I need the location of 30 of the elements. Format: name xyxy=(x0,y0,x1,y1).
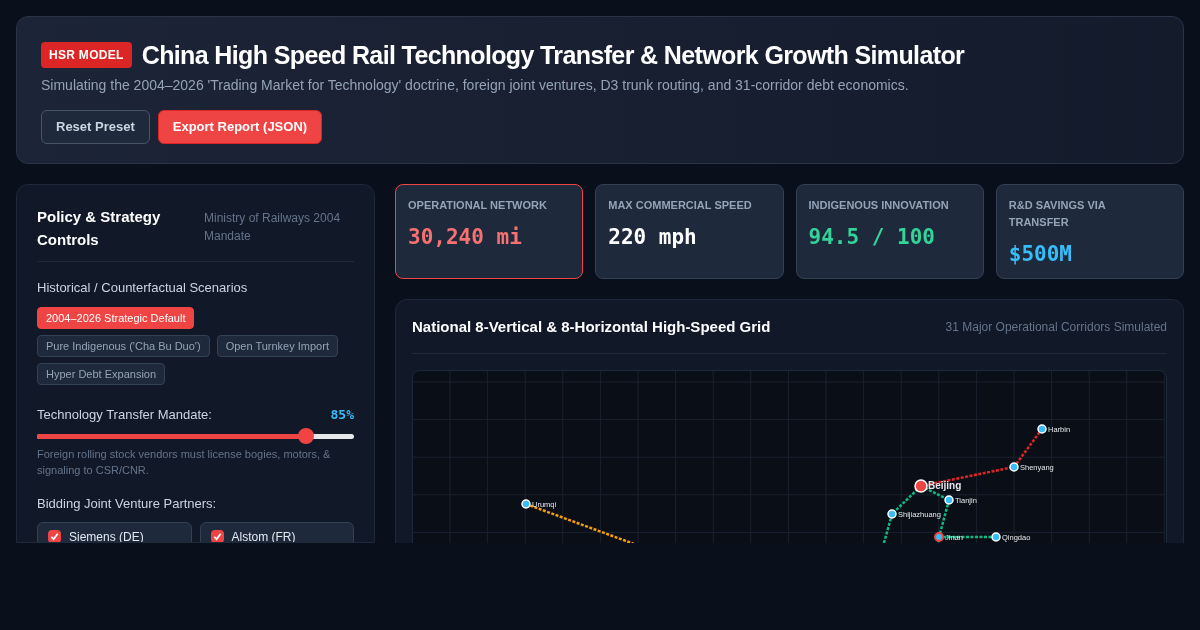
checkbox[interactable] xyxy=(210,530,224,542)
slider-label: Technology Transfer Mandate: xyxy=(37,405,212,424)
stat-value: 94.5 / 100 xyxy=(808,224,936,251)
scenario-chip[interactable]: 2004–2026 Strategic Default xyxy=(37,306,195,329)
page-subtitle: Simulating the 2004–2026 'Trading Market for Technology' doctrine, foreign joint ventures, D3 trunk routing, and 31-corridor debt economics. xyxy=(41,76,910,95)
slider-note: Foreign rolling stock vendors must license bogies, motors, & signaling to CSR/CNR. xyxy=(37,447,332,478)
stat-label: INDIGENOUS INNOVATION xyxy=(808,198,950,213)
stat-value: 220 mph xyxy=(608,224,698,251)
checkbox[interactable] xyxy=(48,530,61,542)
stat-value: $500M xyxy=(1008,241,1073,268)
model-badge: HSR MODEL xyxy=(41,42,132,68)
scenario-chip[interactable]: Pure Indigenous ('Cha Bu Duo') xyxy=(37,334,210,357)
scenario-chip[interactable]: Open Turnkey Import xyxy=(216,334,338,357)
reset-button[interactable]: Reset Preset xyxy=(41,110,150,144)
section-label: Bidding Joint Venture Partners: xyxy=(37,495,218,513)
stat-value: 30,240 mi xyxy=(408,224,523,251)
slider-reading: 85% xyxy=(330,405,354,424)
panel-title: Policy & Strategy Controls xyxy=(37,207,162,250)
map-subtitle: 31 Major Operational Corridors Simulated xyxy=(945,319,1167,337)
station-label: Beijing xyxy=(928,479,962,491)
section-label: Historical / Counterfactual Scenarios xyxy=(37,279,249,297)
scenario-chip[interactable]: Hyper Debt Expansion xyxy=(37,362,166,385)
export-button[interactable]: Export Report (JSON) xyxy=(157,110,323,144)
page-title: China High Speed Rail Technology Transfer & Network Growth Simulator xyxy=(141,40,965,71)
panel-subtitle: Ministry of Railways 2004 Mandate xyxy=(204,210,342,245)
stat-label: R&D SAVINGS VIA TRANSFER xyxy=(1008,198,1107,230)
map-title: National 8-Vertical & 8-Horizontal High-Speed Grid xyxy=(412,317,771,337)
stat-label: MAX COMMERCIAL SPEED xyxy=(608,198,753,213)
stat-label: OPERATIONAL NETWORK xyxy=(408,198,548,213)
mandate-slider[interactable] xyxy=(37,428,354,444)
